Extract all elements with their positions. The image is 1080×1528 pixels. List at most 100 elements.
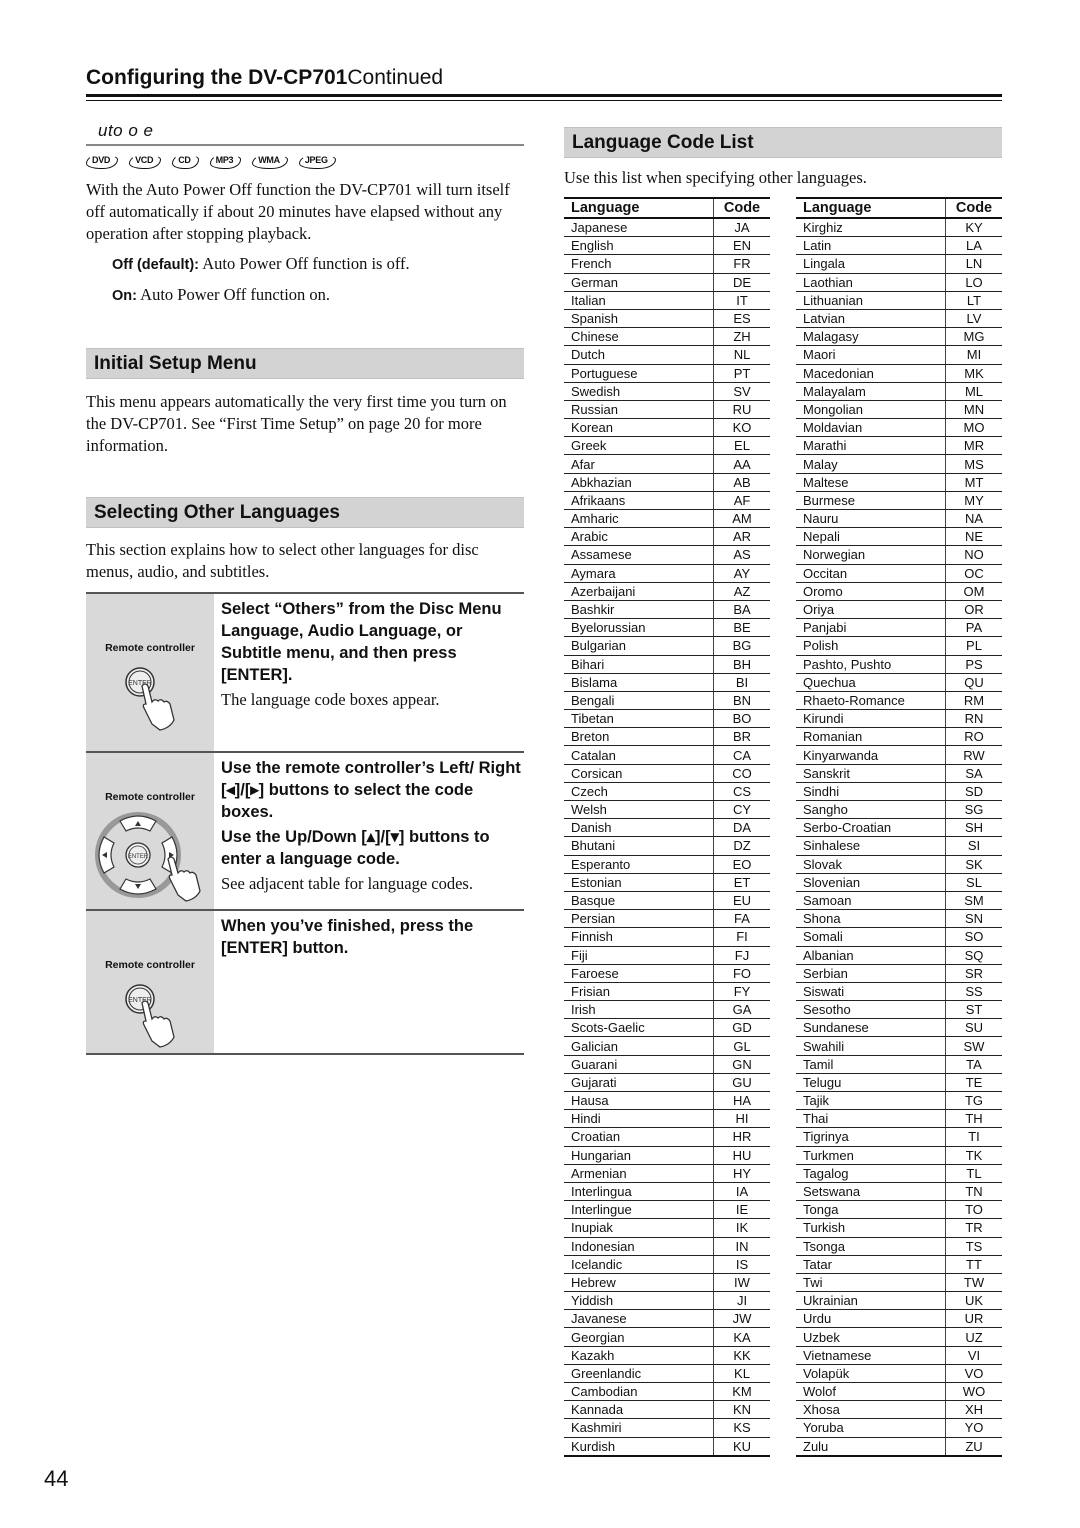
table-row: Tigrinya TI — [796, 1127, 1002, 1147]
language-name: Norwegian — [796, 545, 946, 565]
remote-controller-label: Remote controller — [105, 791, 195, 803]
right-column: Language Code List Use this list when sp… — [564, 127, 1002, 1457]
language-code: BA — [713, 600, 770, 620]
language-name: Twi — [796, 1273, 946, 1293]
step-1: Remote controller ENTER Select “Others” … — [86, 594, 524, 753]
table-row: Chinese ZH — [564, 327, 770, 347]
language-code: AA — [713, 454, 770, 474]
table-row: Latvian LV — [796, 309, 1002, 329]
table-row: Esperanto EO — [564, 855, 770, 874]
language-name: Spanish — [564, 309, 714, 329]
table-row: Basque EU — [564, 891, 770, 911]
language-name: Wolof — [796, 1382, 946, 1402]
language-code: KN — [713, 1400, 770, 1420]
table-row: Czech CS — [564, 782, 770, 802]
language-code: ML — [945, 382, 1002, 401]
table-row: Ukrainian UK — [796, 1291, 1002, 1311]
language-code: MS — [945, 454, 1002, 474]
table-row: Siswati SS — [796, 982, 1002, 1002]
language-code-list-heading: Language Code List — [564, 127, 1002, 158]
language-code: CS — [713, 782, 770, 802]
table-row: Icelandic IS — [564, 1255, 770, 1274]
language-code: CO — [713, 764, 770, 783]
language-code: SK — [945, 855, 1002, 874]
language-name: Urdu — [796, 1309, 946, 1329]
language-name: Esperanto — [564, 855, 714, 874]
language-code: TS — [945, 1237, 1002, 1256]
table-row: Hungarian HU — [564, 1146, 770, 1165]
table-row: Kinyarwanda RW — [796, 745, 1002, 765]
language-code: SR — [945, 964, 1002, 983]
jpeg-disc-icon: JPEG — [298, 153, 336, 169]
table-row: Oriya OR — [796, 600, 1002, 620]
language-name: Indonesian — [564, 1237, 714, 1256]
language-name: Kashmiri — [564, 1418, 714, 1438]
table-row: Afrikaans AF — [564, 491, 770, 511]
table-row: Quechua QU — [796, 673, 1002, 692]
step-1-instruction: Select “Others” from the Disc Menu Langu… — [221, 600, 502, 684]
language-code: GD — [713, 1018, 770, 1038]
table-row: Faroese FO — [564, 964, 770, 983]
language-name: Kirghiz — [796, 218, 946, 238]
language-name: Scots-Gaelic — [564, 1018, 714, 1038]
language-code: IA — [713, 1182, 770, 1202]
table-row: Breton BR — [564, 727, 770, 747]
language-name: German — [564, 273, 714, 292]
language-name: Kannada — [564, 1400, 714, 1420]
language-code: NL — [713, 345, 770, 365]
language-code: UK — [945, 1291, 1002, 1311]
language-code: CY — [713, 800, 770, 820]
table-row: Persian FA — [564, 909, 770, 929]
language-code-tables: Language Code Japanese JA English EN French F… — [564, 197, 1002, 1457]
language-code: BR — [713, 727, 770, 747]
language-name: Malay — [796, 454, 946, 474]
language-name: Greek — [564, 436, 714, 456]
language-code: EU — [713, 891, 770, 911]
language-name: Interlingua — [564, 1182, 714, 1202]
language-code: SI — [945, 836, 1002, 856]
language-code-table-right-body: Kirghiz KY Latin LA Lingala LN Laothian LO Lithu… — [796, 218, 1002, 1457]
language-name: Latvian — [796, 309, 946, 329]
language-code: JI — [713, 1291, 770, 1311]
option-label: Off (default): — [112, 257, 199, 273]
procedure-steps: Remote controller ENTER Select “Others” … — [86, 592, 524, 1055]
language-code: ST — [945, 1000, 1002, 1020]
language-name: Armenian — [564, 1164, 714, 1183]
language-name: Tigrinya — [796, 1127, 946, 1147]
language-code: TN — [945, 1182, 1002, 1202]
language-name: Frisian — [564, 982, 714, 1002]
language-code: ZU — [945, 1437, 1002, 1457]
language-code: KO — [713, 418, 770, 438]
language-code: GN — [713, 1055, 770, 1074]
table-row: Gujarati GU — [564, 1073, 770, 1093]
disc-type-icons: DVD VCD CD MP3 WMA JPEG — [86, 153, 524, 173]
language-code: OC — [945, 564, 1002, 583]
language-code: IN — [713, 1237, 770, 1256]
language-name: Volapük — [796, 1364, 946, 1384]
language-code: PT — [713, 364, 770, 383]
language-code: KU — [713, 1437, 770, 1457]
language-name: Tatar — [796, 1255, 946, 1274]
language-code: HI — [713, 1109, 770, 1129]
language-code: XH — [945, 1400, 1002, 1420]
table-row: Slovak SK — [796, 855, 1002, 874]
table-row: Hausa HA — [564, 1091, 770, 1111]
language-name: Estonian — [564, 873, 714, 892]
language-code: GA — [713, 1000, 770, 1020]
table-row: Albanian SQ — [796, 946, 1002, 965]
language-code: LO — [945, 273, 1002, 292]
language-code: PL — [945, 636, 1002, 656]
table-row: Mongolian MN — [796, 400, 1002, 420]
language-name: Yoruba — [796, 1418, 946, 1438]
language-code: VO — [945, 1364, 1002, 1384]
selecting-other-languages-text: This section explains how to select othe… — [86, 540, 479, 581]
language-name: Japanese — [564, 218, 714, 238]
table-row: Arabic AR — [564, 527, 770, 547]
table-row: Romanian RO — [796, 727, 1002, 747]
language-code: SM — [945, 891, 1002, 911]
language-code: TR — [945, 1218, 1002, 1238]
option-off-default: Off (default): Auto Power Off function i… — [86, 253, 524, 276]
language-name: Tsonga — [796, 1237, 946, 1256]
table-row: Amharic AM — [564, 509, 770, 529]
dvd-disc-icon: DVD — [86, 153, 119, 169]
